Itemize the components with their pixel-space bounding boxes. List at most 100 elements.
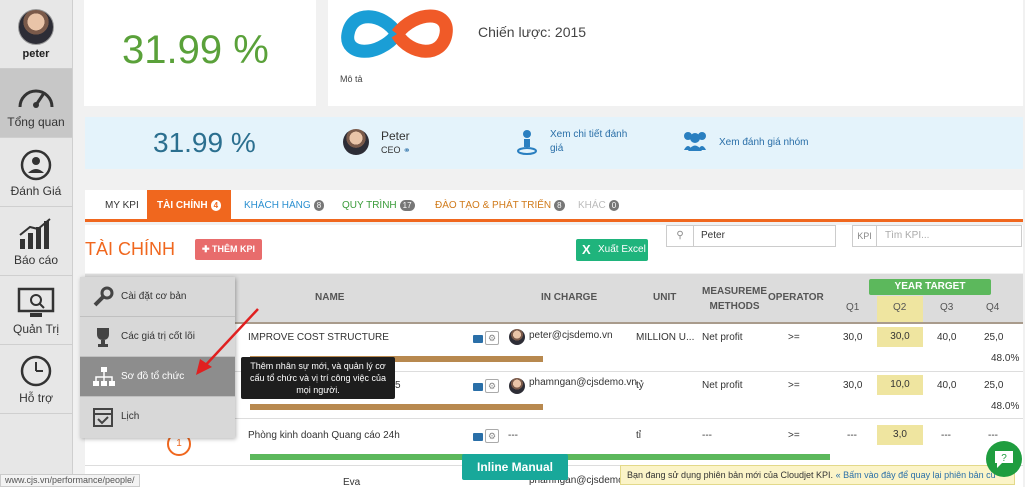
gear-icon[interactable]: ⚙ (485, 429, 499, 443)
nav-label: Đánh Giá (10, 184, 62, 198)
tab-my-kpi[interactable]: MY KPI (95, 190, 149, 222)
col-method: MEASUREME METHODS (702, 286, 768, 312)
score-card: 31.99 % (84, 0, 316, 106)
tab-process[interactable]: QUY TRÌNH 17 (332, 190, 425, 222)
tab-finance[interactable]: TÀI CHÍNH 4 (147, 190, 232, 222)
in-charge: peter@cjsdemo.vn (529, 330, 613, 341)
left-nav: peter Tổng quan Đánh Giá Báo cáo Quản Tr… (0, 0, 73, 487)
person-search-icon: ⚲ (667, 226, 694, 246)
q4-value[interactable]: 25,0 (984, 380, 1003, 391)
avatar[interactable] (18, 9, 54, 45)
section-header: TÀI CHÍNH ✚ THÊM KPI X Xuất Excel ⚲ Peter… (85, 225, 1023, 273)
person-search-input[interactable]: Peter (701, 226, 725, 246)
nav-item-reports[interactable]: Báo cáo (0, 207, 72, 276)
kpi-search[interactable]: KPI Tìm KPI... (852, 225, 1022, 247)
q2-value[interactable]: 3,0 (877, 425, 923, 445)
q4-value[interactable]: --- (988, 430, 998, 441)
gear-icon[interactable]: ⚙ (485, 331, 499, 345)
summary-percent: 31.99 % (153, 127, 256, 158)
person-search[interactable]: ⚲ Peter (666, 225, 836, 247)
map-pin-person-icon (517, 130, 537, 155)
avatar (509, 329, 525, 345)
q1-value[interactable]: --- (847, 430, 857, 441)
score-percent: 31.99 % (122, 28, 269, 72)
in-charge: phamngan@cjsdemo.vn (529, 377, 637, 388)
clock-phone-icon (20, 355, 52, 387)
strategy-logo (341, 9, 453, 58)
method: Net profit (702, 380, 743, 391)
method: --- (702, 430, 712, 441)
old-version-link[interactable]: « Bấm vào đây để quay lại phiên bản cũ (836, 470, 996, 480)
unit: tỷ (636, 380, 644, 391)
comment-icon[interactable] (473, 433, 483, 441)
q2-value[interactable]: 10,0 (877, 375, 923, 395)
kpi-name[interactable]: 5 (395, 380, 401, 391)
q1-value[interactable]: 30,0 (843, 380, 862, 391)
tab-training[interactable]: ĐÀO TẠO & PHÁT TRIỂN 8 (425, 190, 575, 222)
col-q3: Q3 (940, 302, 954, 313)
col-q4: Q4 (986, 302, 1000, 313)
year-target-label: YEAR TARGET (869, 279, 991, 295)
people-refresh-icon (20, 149, 52, 181)
kpi-search-input[interactable]: Tìm KPI... (885, 226, 929, 246)
user-name: peter (22, 48, 50, 60)
strategy-title: Chiến lược: 2015 (478, 24, 587, 40)
chat-icon: ? (995, 451, 1013, 468)
unit: MILLION U... (636, 332, 695, 343)
q1-value[interactable]: 30,0 (843, 332, 862, 343)
inline-manual-button[interactable]: Inline Manual (462, 454, 568, 480)
tab-count-badge: 17 (399, 200, 415, 211)
version-notice: Bạn đang sử dụng phiên bản mới của Cloud… (620, 465, 1015, 485)
group-icon (684, 132, 706, 151)
q3-value[interactable]: 40,0 (937, 332, 956, 343)
q3-value[interactable]: 40,0 (937, 380, 956, 391)
strategy-card: Mô tả Chiến lược: 2015 (328, 0, 1023, 106)
kpi-name[interactable]: IMPROVE COST STRUCTURE (248, 332, 389, 343)
progress-label: 48.0% (991, 401, 1020, 412)
view-group-link[interactable]: Xem đánh giá nhóm (719, 136, 809, 150)
tab-other[interactable]: KHÁC 0 (568, 190, 629, 222)
q3-value[interactable]: --- (941, 430, 951, 441)
col-q1: Q1 (846, 302, 860, 313)
nav-item-overview[interactable]: Tổng quan (0, 69, 72, 138)
col-operator: OPERATOR (768, 292, 824, 303)
link-icon[interactable]: ⚭ (403, 145, 411, 155)
nav-label: Tổng quan (7, 115, 65, 129)
user-profile[interactable]: peter (0, 0, 72, 69)
chat-support-button[interactable]: ? (986, 441, 1022, 477)
kpi-name[interactable]: Phòng kinh doanh Quang cáo 24h (248, 430, 400, 441)
comment-icon[interactable] (473, 335, 483, 343)
nav-label: Hỗ trợ (19, 391, 53, 405)
operator: >= (788, 332, 800, 343)
tab-customers[interactable]: KHÁCH HÀNG 8 (234, 190, 334, 222)
menu-item-calendar[interactable]: Lịch (80, 397, 235, 437)
add-kpi-button[interactable]: ✚ THÊM KPI (195, 239, 263, 260)
nav-item-admin[interactable]: Quản Trị (0, 276, 72, 345)
operator: >= (788, 430, 800, 441)
status-bar-url: www.cjs.vn/performance/people/ (0, 474, 140, 487)
gauge-icon (18, 89, 54, 108)
q2-value[interactable]: 30,0 (877, 327, 923, 347)
gear-icon[interactable]: ⚙ (485, 379, 499, 393)
kpi-name[interactable]: Eva (343, 477, 360, 487)
strategy-desc: Mô tả (340, 74, 363, 84)
nav-item-evaluation[interactable]: Đánh Giá (0, 138, 72, 207)
org-chart-icon (93, 367, 115, 386)
operator: >= (788, 380, 800, 391)
section-title: TÀI CHÍNH (85, 239, 175, 259)
nav-label: Báo cáo (13, 253, 59, 267)
wrench-icon (93, 286, 114, 307)
nav-item-support[interactable]: Hỗ trợ (0, 345, 72, 414)
comment-icon[interactable] (473, 383, 483, 391)
view-detail-link[interactable]: Xem chi tiết đánh giá (550, 128, 627, 156)
calendar-check-icon (93, 408, 113, 427)
avatar[interactable] (343, 129, 369, 155)
tab-count-badge: 8 (313, 200, 325, 211)
in-charge: --- (508, 430, 518, 441)
q4-value[interactable]: 25,0 (984, 332, 1003, 343)
bar-chart-icon (19, 218, 51, 249)
avatar (509, 378, 525, 394)
export-excel-button[interactable]: X Xuất Excel (576, 239, 648, 261)
col-q2: Q2 (893, 302, 907, 313)
tab-count-badge: 0 (608, 200, 620, 211)
